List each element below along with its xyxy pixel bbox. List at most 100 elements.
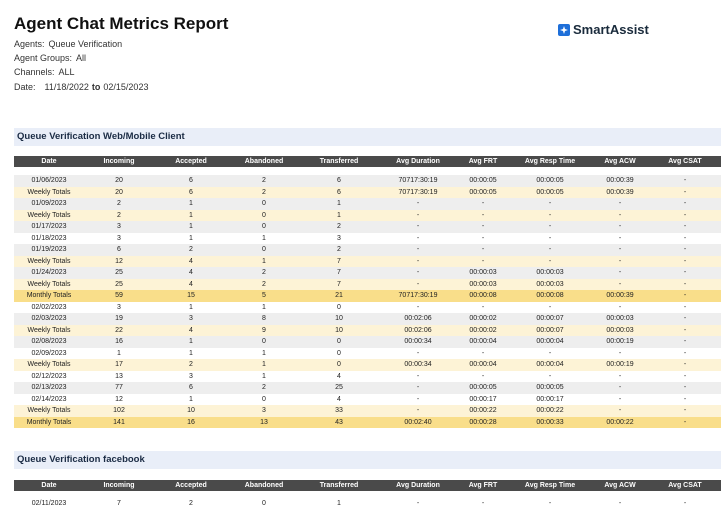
cell-transferred: 1	[337, 200, 341, 207]
cell-avg-csat: -	[683, 500, 687, 507]
cell-avg-acw: 00:00:19	[606, 338, 634, 345]
date-to-word: to	[91, 82, 101, 92]
cell-abandoned: 1	[262, 349, 266, 357]
column-header-avg-csat[interactable]: Avg CSAT	[652, 156, 718, 167]
column-header-date[interactable]: Date	[16, 480, 82, 491]
cell-avg-duration: -	[416, 407, 420, 414]
column-header-abandoned[interactable]: Abandoned	[231, 480, 297, 491]
cell-avg-resp-time: -	[548, 257, 552, 265]
cell-avg-frt: -	[481, 303, 485, 311]
cell-avg-acw: -	[618, 303, 622, 311]
table-row: 02/13/2023 77 6 2 25 - 00:00:05 00:00:05 - -	[14, 382, 721, 394]
column-header-transferred[interactable]: Transferred	[306, 156, 372, 167]
date-label: Date:	[14, 82, 36, 92]
column-header-avg-acw[interactable]: Avg ACW	[587, 480, 653, 491]
cell-avg-duration: -	[416, 372, 420, 380]
column-header-incoming[interactable]: Incoming	[86, 156, 152, 167]
cell-accepted: 4	[189, 269, 193, 276]
column-header-avg-resp-time[interactable]: Avg Resp Time	[517, 480, 583, 491]
cell-avg-resp-time: 00:00:03	[536, 269, 564, 276]
cell-incoming: 3	[117, 223, 121, 230]
cell-avg-csat: -	[683, 188, 687, 196]
cell-avg-frt: -	[481, 246, 485, 253]
weekly-totals-row: Weekly Totals 12 4 1 7 - - - - -	[14, 255, 721, 267]
cell-avg-csat: -	[683, 269, 687, 276]
cell-avg-duration: -	[416, 280, 420, 288]
agent-groups-line: Agent Groups: All	[14, 53, 86, 63]
cell-avg-resp-time: -	[548, 211, 552, 219]
cell-date: 02/14/2023	[31, 395, 67, 403]
column-header-avg-frt[interactable]: Avg FRT	[450, 156, 516, 167]
cell-avg-acw: -	[618, 395, 622, 403]
cell-date: 01/06/2023	[31, 177, 67, 184]
date-from: 11/18/2022	[44, 82, 89, 92]
monthly-totals-row: Monthly Totals 141 16 13 43 00:02:40 00:00:28 0…	[14, 416, 721, 428]
cell-accepted: 16	[187, 418, 195, 426]
cell-avg-duration: 00:00:34	[404, 338, 432, 345]
cell-incoming: 2	[117, 211, 121, 219]
column-header-abandoned[interactable]: Abandoned	[231, 156, 297, 167]
cell-avg-resp-time: 00:00:07	[536, 326, 564, 334]
cell-avg-acw: 00:00:22	[606, 418, 634, 426]
cell-accepted: 4	[189, 326, 193, 334]
cell-avg-csat: -	[683, 338, 687, 345]
weekly-totals-row: Weekly Totals 20 6 2 6 70717:30:19 00:00:05 00:…	[14, 186, 721, 198]
weekly-totals-row: Weekly Totals 17 2 1 0 00:00:34 00:00:04 00:00:…	[14, 359, 721, 371]
cell-accepted: 10	[187, 407, 195, 414]
cell-avg-acw: -	[618, 223, 622, 230]
cell-avg-duration: -	[416, 303, 420, 311]
cell-avg-frt: 00:00:02	[469, 326, 497, 334]
column-header-date[interactable]: Date	[16, 156, 82, 167]
cell-transferred: 7	[337, 257, 341, 265]
cell-avg-frt: -	[481, 223, 485, 230]
weekly-totals-row: Weekly Totals 22 4 9 10 00:02:06 00:00:02 00:00…	[14, 324, 721, 336]
cell-accepted: 1	[189, 234, 193, 242]
cell-accepted: 6	[189, 384, 193, 391]
cell-avg-duration: -	[416, 223, 420, 230]
cell-avg-duration: -	[416, 395, 420, 403]
agents-value: Queue Verification	[48, 39, 123, 49]
cell-avg-frt: 00:00:05	[469, 188, 497, 196]
cell-date: Weekly Totals	[27, 361, 71, 368]
cell-avg-csat: -	[683, 234, 687, 242]
agent-groups-label: Agent Groups:	[14, 53, 73, 63]
column-header-accepted[interactable]: Accepted	[158, 480, 224, 491]
cell-avg-frt: 00:00:04	[469, 361, 497, 368]
logo-text: SmartAssist	[573, 22, 649, 37]
smartassist-logo-icon	[558, 23, 570, 36]
cell-avg-csat: -	[683, 211, 687, 219]
cell-abandoned: 0	[262, 246, 266, 253]
cell-avg-acw: -	[618, 257, 622, 265]
cell-date: 02/03/2023	[31, 315, 67, 322]
cell-date: 02/12/2023	[31, 372, 67, 380]
smartassist-logo: SmartAssist	[558, 22, 649, 37]
cell-avg-resp-time: 00:00:04	[536, 361, 564, 368]
cell-accepted: 1	[189, 303, 193, 311]
cell-incoming: 22	[115, 326, 123, 334]
column-header-transferred[interactable]: Transferred	[306, 480, 372, 491]
cell-abandoned: 1	[262, 372, 266, 380]
column-header-avg-csat[interactable]: Avg CSAT	[652, 480, 718, 491]
cell-avg-frt: 00:00:17	[469, 395, 497, 403]
column-header-avg-resp-time[interactable]: Avg Resp Time	[517, 156, 583, 167]
cell-abandoned: 1	[262, 361, 266, 368]
cell-transferred: 0	[337, 361, 341, 368]
cell-accepted: 1	[189, 349, 193, 357]
column-header-accepted[interactable]: Accepted	[158, 156, 224, 167]
column-header-avg-duration[interactable]: Avg Duration	[385, 480, 451, 491]
cell-avg-duration: 00:02:40	[404, 418, 432, 426]
cell-abandoned: 8	[262, 315, 266, 322]
cell-avg-frt: 00:00:04	[469, 338, 497, 345]
column-header-avg-duration[interactable]: Avg Duration	[385, 156, 451, 167]
table-row: 02/12/2023 13 3 1 4 - - - - -	[14, 370, 721, 382]
cell-incoming: 59	[115, 292, 123, 299]
cell-avg-frt: 00:00:03	[469, 269, 497, 276]
cell-avg-csat: -	[683, 257, 687, 265]
cell-transferred: 1	[337, 211, 341, 219]
column-header-incoming[interactable]: Incoming	[86, 480, 152, 491]
column-header-avg-acw[interactable]: Avg ACW	[587, 156, 653, 167]
cell-avg-acw: 00:00:03	[606, 315, 634, 322]
cell-avg-acw: -	[618, 500, 622, 507]
cell-abandoned: 3	[262, 407, 266, 414]
column-header-avg-frt[interactable]: Avg FRT	[450, 480, 516, 491]
